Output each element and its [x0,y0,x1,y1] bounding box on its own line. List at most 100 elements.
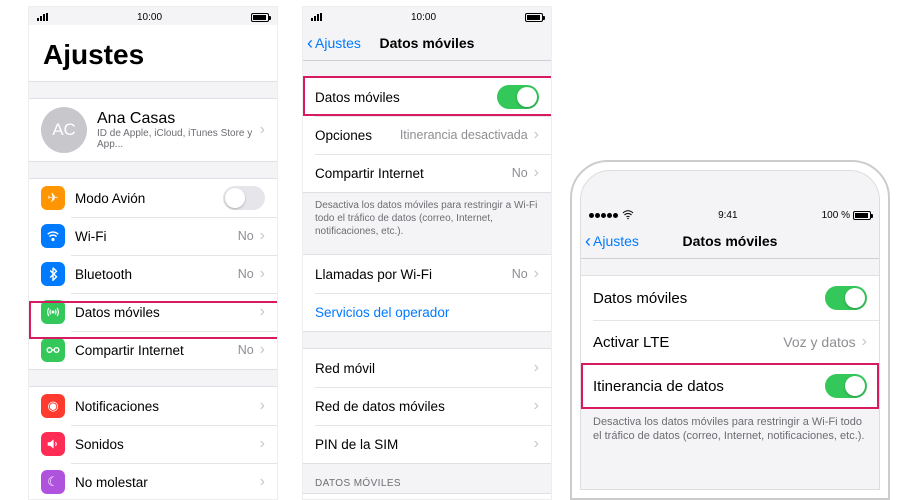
wifi-icon [41,224,65,248]
row-value: No [238,267,254,281]
row-label: Bluetooth [75,267,238,282]
row-cellular-data[interactable]: Datos móviles [581,276,879,320]
chevron-left-icon: ‹ [585,232,591,250]
row-value: No [238,343,254,357]
profile-sub: ID de Apple, iCloud, iTunes Store y App.… [97,128,260,150]
group-header: DATOS MÓVILES [303,464,551,493]
row-value: No [512,267,528,281]
antenna-icon [41,300,65,324]
chevron-right-icon: › [534,126,539,144]
nav-title: Datos móviles [380,35,475,51]
signal-icon [589,210,619,221]
status-bar: 10:00 [303,7,551,25]
row-value: Itinerancia desactivada [400,128,528,142]
row-wifi[interactable]: Wi-Fi No › [29,217,277,255]
back-button[interactable]: ‹ Ajustes [585,223,639,258]
chevron-right-icon: › [260,303,265,321]
row-label: Itinerancia de datos [593,378,825,395]
row-label: Activar LTE [593,334,783,351]
status-bar: 10:00 [29,7,277,25]
row-label: Notificaciones [75,399,260,414]
back-label: Ajustes [593,233,639,249]
row-label: Datos móviles [593,290,825,307]
nav-title: Datos móviles [683,233,778,249]
row-label: Modo Avión [75,191,223,206]
row-label: Sonidos [75,437,260,452]
row-wifi-calling[interactable]: Llamadas por Wi-Fi No › [303,255,551,293]
row-sim-pin[interactable]: PIN de la SIM › [303,425,551,463]
chevron-right-icon: › [260,227,265,245]
row-label: PIN de la SIM [315,437,534,452]
row-sounds[interactable]: Sonidos › [29,425,277,463]
chevron-right-icon: › [260,265,265,283]
row-label: Compartir Internet [75,343,238,358]
row-data-roaming[interactable]: Itinerancia de datos [581,364,879,408]
airplane-icon: ✈ [41,186,65,210]
row-label: Wi-Fi [75,229,238,244]
row-dnd[interactable]: ☾ No molestar › [29,463,277,500]
row-value: No [238,229,254,243]
row-bluetooth[interactable]: Bluetooth No › [29,255,277,293]
chevron-right-icon: › [534,435,539,453]
dnd-icon: ☾ [41,470,65,494]
row-lte[interactable]: Activar LTE Voz y datos › [581,320,879,364]
row-label: Datos móviles [315,90,497,105]
status-time: 10:00 [411,12,436,23]
row-label: Datos móviles [75,305,260,320]
chevron-right-icon: › [260,473,265,491]
row-cellular-data[interactable]: Datos móviles [303,78,551,116]
chevron-right-icon: › [534,359,539,377]
group-footer: Desactiva los datos móviles para restrin… [581,409,879,444]
chevron-right-icon: › [260,341,265,359]
back-label: Ajustes [315,35,361,51]
row-data-network[interactable]: Red de datos móviles › [303,387,551,425]
status-time: 10:00 [137,12,162,23]
signal-icon [37,13,48,21]
row-label: Opciones [315,128,400,143]
airplane-toggle[interactable] [223,186,265,210]
chevron-left-icon: ‹ [307,34,313,52]
signal-icon [311,13,322,21]
back-button[interactable]: ‹ Ajustes [307,25,361,60]
row-value: No [512,166,528,180]
row-value: Voz y datos [783,334,855,350]
row-airplane[interactable]: ✈ Modo Avión [29,179,277,217]
hotspot-icon [41,338,65,362]
status-time: 9:41 [718,210,737,221]
roaming-toggle[interactable] [825,374,867,398]
row-hotspot[interactable]: Compartir Internet No › [29,331,277,369]
battery-icon [853,211,871,220]
chevron-right-icon: › [534,265,539,283]
row-label: Servicios del operador [315,305,539,320]
status-bar: 9:41 100 % [581,205,879,223]
row-current-period[interactable]: Periodo actual 6,0 MB [303,494,551,500]
battery-percent: 100 % [822,210,850,221]
cellular-toggle[interactable] [825,286,867,310]
cellular-toggle[interactable] [497,85,539,109]
chevron-right-icon: › [260,397,265,415]
row-label: Red móvil [315,361,534,376]
chevron-right-icon: › [260,121,265,139]
row-label: Red de datos móviles [315,399,534,414]
chevron-right-icon: › [862,333,867,351]
row-network[interactable]: Red móvil › [303,349,551,387]
avatar: AC [41,107,87,153]
profile-name: Ana Casas [97,110,260,128]
page-title: Ajustes [29,25,277,82]
row-label: Llamadas por Wi-Fi [315,267,512,282]
battery-icon [525,13,543,22]
bluetooth-icon [41,262,65,286]
row-notifications[interactable]: ◉ Notificaciones › [29,387,277,425]
battery-icon [251,13,269,22]
row-cellular[interactable]: Datos móviles › [29,293,277,331]
row-options[interactable]: Opciones Itinerancia desactivada › [303,116,551,154]
wifi-status-icon [622,210,634,220]
chevron-right-icon: › [534,164,539,182]
row-hotspot[interactable]: Compartir Internet No › [303,154,551,192]
row-carrier-services[interactable]: Servicios del operador [303,293,551,331]
row-label: Compartir Internet [315,166,512,181]
profile-row[interactable]: AC Ana Casas ID de Apple, iCloud, iTunes… [29,99,277,161]
notifications-icon: ◉ [41,394,65,418]
chevron-right-icon: › [534,397,539,415]
chevron-right-icon: › [260,435,265,453]
